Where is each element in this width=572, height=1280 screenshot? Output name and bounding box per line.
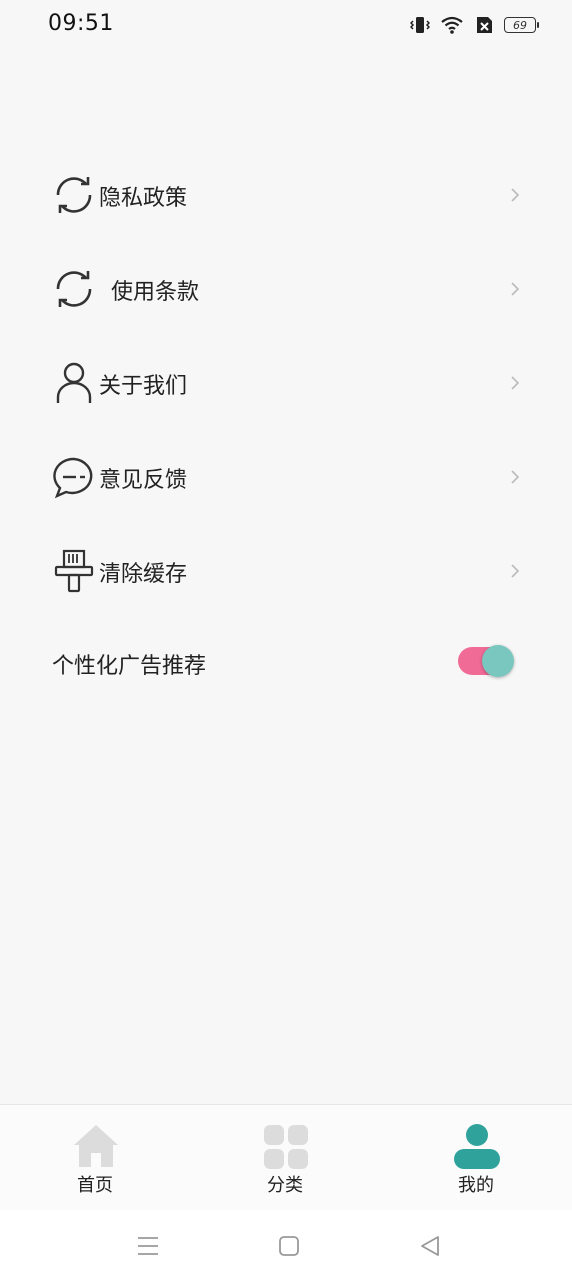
chat-bubble-icon (53, 457, 93, 499)
chevron-right-icon (511, 376, 520, 390)
menu-item-label: 关于我们 (99, 374, 188, 399)
menu-item-about-us[interactable]: 关于我们 (0, 336, 572, 430)
tab-home[interactable]: 首页 (0, 1105, 190, 1211)
chevron-right-icon (511, 564, 520, 578)
menu-item-clear-cache[interactable]: 清除缓存 (0, 524, 572, 618)
chevron-right-icon (511, 282, 520, 296)
home-square-icon[interactable] (277, 1234, 301, 1258)
refresh-circle-icon (56, 177, 92, 213)
status-time: 09:51 (48, 11, 114, 36)
grid-icon (264, 1125, 308, 1169)
status-bar: 09:51 69 (0, 0, 572, 50)
wifi-icon (441, 16, 463, 34)
person-icon (56, 362, 92, 403)
broom-icon (54, 549, 94, 593)
bottom-tab-bar: 首页 分类 我的 (0, 1104, 572, 1210)
back-triangle-icon[interactable] (418, 1234, 442, 1258)
menu-item-privacy-policy[interactable]: 隐私政策 (0, 148, 572, 242)
tab-mine[interactable]: 我的 (381, 1105, 571, 1211)
system-nav-bar (0, 1210, 572, 1280)
chevron-right-icon (511, 470, 520, 484)
refresh-circle-icon (56, 271, 92, 307)
personalized-ads-toggle[interactable] (458, 645, 516, 677)
chevron-right-icon (511, 188, 520, 202)
tab-category[interactable]: 分类 (190, 1105, 380, 1211)
menu-item-label: 意见反馈 (99, 468, 188, 493)
menu-item-label: 隐私政策 (99, 186, 188, 211)
status-icons: 69 (410, 14, 539, 36)
personalized-ads-row: 个性化广告推荐 (0, 616, 572, 706)
profile-icon (454, 1124, 500, 1169)
personalized-ads-label: 个性化广告推荐 (52, 654, 207, 679)
no-sim-icon (477, 17, 492, 33)
tab-label: 分类 (267, 1175, 303, 1196)
tab-label: 我的 (458, 1175, 494, 1196)
menu-item-terms-of-use[interactable]: 使用条款 (0, 242, 572, 336)
menu-item-label: 清除缓存 (99, 562, 188, 587)
battery-icon: 69 (504, 17, 539, 33)
tab-label: 首页 (77, 1175, 113, 1196)
settings-menu: 隐私政策 使用条款 关于我们 意见反馈 清除缓存 (0, 148, 572, 618)
menu-item-feedback[interactable]: 意见反馈 (0, 430, 572, 524)
menu-icon[interactable] (136, 1234, 160, 1258)
toggle-knob (482, 645, 514, 677)
home-icon (74, 1125, 118, 1167)
vibrate-icon (410, 17, 430, 33)
menu-item-label: 使用条款 (111, 280, 200, 305)
battery-level: 69 (513, 18, 527, 32)
